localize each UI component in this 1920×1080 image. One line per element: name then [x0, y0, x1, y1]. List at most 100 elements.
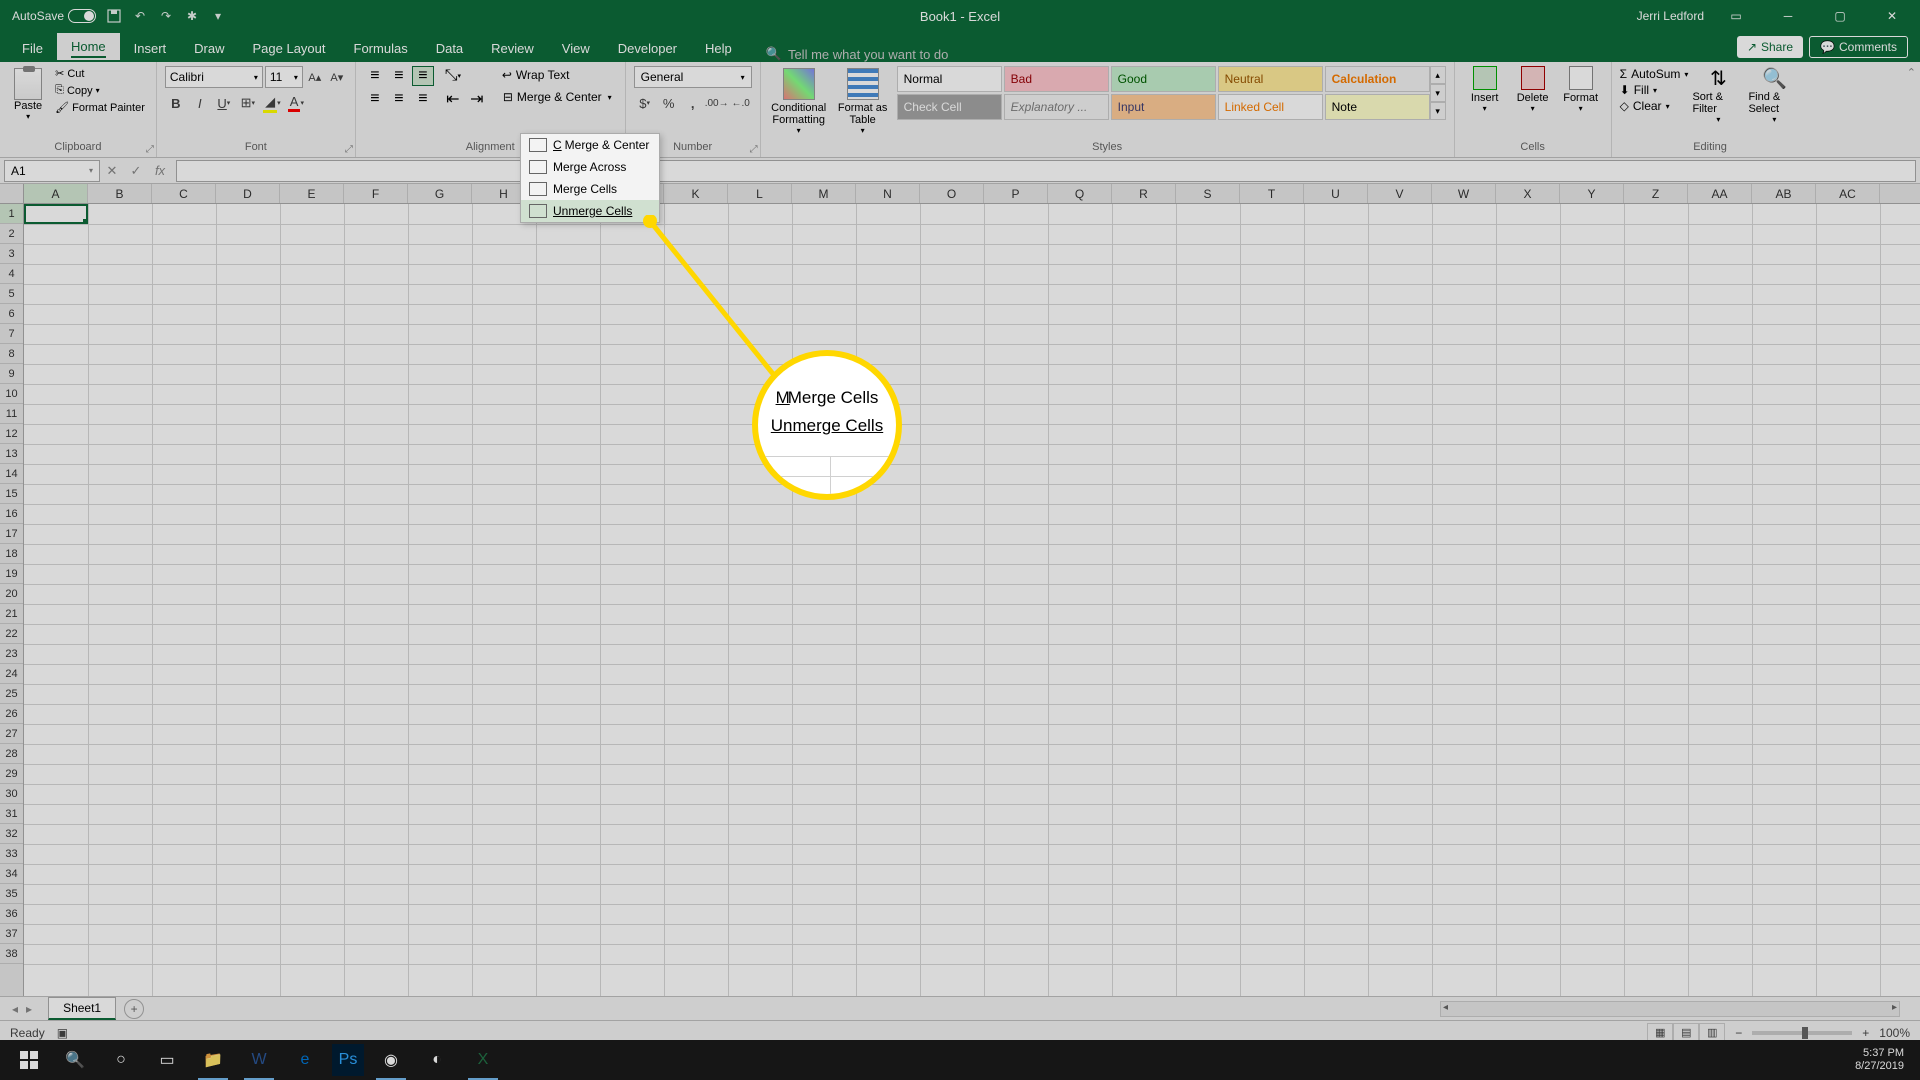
row-header[interactable]: 36: [0, 904, 23, 924]
dialog-launcher-icon[interactable]: ⤢: [146, 144, 154, 155]
column-header[interactable]: E: [280, 184, 344, 203]
row-header[interactable]: 21: [0, 604, 23, 624]
column-header[interactable]: Q: [1048, 184, 1112, 203]
cell-styles-gallery[interactable]: Normal Bad Good Neutral Calculation Chec…: [897, 66, 1430, 120]
spreadsheet-grid[interactable]: ABCDEFGHIJKLMNOPQRSTUVWXYZAAABAC 1234567…: [0, 184, 1920, 996]
column-header[interactable]: V: [1368, 184, 1432, 203]
number-format-dropdown[interactable]: General▾: [634, 66, 752, 88]
column-header[interactable]: Z: [1624, 184, 1688, 203]
comments-button[interactable]: 💬Comments: [1809, 36, 1908, 58]
percent-button[interactable]: %: [658, 92, 680, 114]
row-header[interactable]: 38: [0, 944, 23, 964]
wrap-text-button[interactable]: ↩Wrap Text: [498, 66, 617, 84]
row-header[interactable]: 33: [0, 844, 23, 864]
row-header[interactable]: 34: [0, 864, 23, 884]
zoom-in-button[interactable]: +: [1862, 1026, 1869, 1040]
italic-button[interactable]: I: [189, 92, 211, 114]
row-header[interactable]: 15: [0, 484, 23, 504]
style-input[interactable]: Input: [1111, 94, 1216, 120]
style-neutral[interactable]: Neutral: [1218, 66, 1323, 92]
paste-button[interactable]: Paste ▾: [8, 66, 48, 123]
autosave-toggle[interactable]: AutoSave: [12, 9, 96, 23]
column-header[interactable]: A: [24, 184, 88, 203]
increase-font-button[interactable]: A▴: [305, 66, 325, 88]
find-select-button[interactable]: 🔍Find & Select▾: [1748, 66, 1800, 124]
name-box[interactable]: A1▾: [4, 160, 100, 182]
row-header[interactable]: 27: [0, 724, 23, 744]
copy-button[interactable]: ⎘Copy▾: [52, 83, 148, 98]
photoshop-icon[interactable]: Ps: [332, 1044, 364, 1076]
tab-formulas[interactable]: Formulas: [340, 35, 422, 62]
zoom-slider[interactable]: [1752, 1031, 1852, 1035]
close-button[interactable]: ✕: [1872, 0, 1912, 32]
style-linked-cell[interactable]: Linked Cell: [1218, 94, 1323, 120]
row-header[interactable]: 3: [0, 244, 23, 264]
format-as-table-button[interactable]: Format as Table▾: [833, 66, 893, 137]
share-button[interactable]: ↗Share: [1737, 36, 1803, 58]
redo-icon[interactable]: ↷: [158, 8, 174, 24]
search-taskbar-icon[interactable]: 🔍: [52, 1040, 98, 1080]
user-name[interactable]: Jerri Ledford: [1637, 9, 1704, 23]
decrease-font-button[interactable]: A▾: [327, 66, 347, 88]
menu-unmerge-cells[interactable]: Unmerge Cells: [521, 200, 659, 222]
sheet-tab[interactable]: Sheet1: [48, 997, 116, 1020]
accounting-format-button[interactable]: $▾: [634, 92, 656, 114]
column-header[interactable]: X: [1496, 184, 1560, 203]
save-icon[interactable]: [106, 8, 122, 24]
dialog-launcher-icon[interactable]: ⤢: [345, 144, 353, 155]
next-sheet-icon[interactable]: ▸: [26, 1002, 32, 1016]
decrease-decimal-button[interactable]: ←.0: [730, 92, 752, 114]
column-header[interactable]: K: [664, 184, 728, 203]
sort-filter-button[interactable]: ⇅Sort & Filter▾: [1692, 66, 1744, 124]
maximize-button[interactable]: ▢: [1820, 0, 1860, 32]
cut-button[interactable]: ✂Cut: [52, 66, 148, 81]
row-header[interactable]: 19: [0, 564, 23, 584]
format-cells-button[interactable]: Format▾: [1559, 66, 1603, 113]
row-header[interactable]: 11: [0, 404, 23, 424]
column-header[interactable]: AB: [1752, 184, 1816, 203]
cortana-icon[interactable]: ○: [98, 1040, 144, 1080]
style-explanatory[interactable]: Explanatory ...: [1004, 94, 1109, 120]
style-calculation[interactable]: Calculation: [1325, 66, 1430, 92]
collapse-ribbon-icon[interactable]: ⌃: [1903, 62, 1920, 157]
chrome-icon[interactable]: ◉: [368, 1040, 414, 1080]
border-button[interactable]: ⊞▾: [237, 92, 259, 114]
comma-button[interactable]: ,: [682, 92, 704, 114]
app-icon[interactable]: ◐: [414, 1040, 460, 1080]
zoom-level[interactable]: 100%: [1879, 1026, 1910, 1040]
column-header[interactable]: B: [88, 184, 152, 203]
column-header[interactable]: L: [728, 184, 792, 203]
row-header[interactable]: 16: [0, 504, 23, 524]
row-header[interactable]: 13: [0, 444, 23, 464]
font-size-dropdown[interactable]: 11▾: [265, 66, 303, 88]
row-header[interactable]: 6: [0, 304, 23, 324]
minimize-button[interactable]: ─: [1768, 0, 1808, 32]
row-header[interactable]: 10: [0, 384, 23, 404]
column-header[interactable]: D: [216, 184, 280, 203]
excel-icon[interactable]: X: [460, 1040, 506, 1080]
ribbon-display-icon[interactable]: ▭: [1716, 0, 1756, 32]
active-cell[interactable]: [24, 204, 88, 224]
row-header[interactable]: 22: [0, 624, 23, 644]
file-explorer-icon[interactable]: 📁: [190, 1040, 236, 1080]
row-header[interactable]: 28: [0, 744, 23, 764]
word-icon[interactable]: W: [236, 1040, 282, 1080]
row-header[interactable]: 17: [0, 524, 23, 544]
undo-icon[interactable]: ↶: [132, 8, 148, 24]
tab-file[interactable]: File: [8, 35, 57, 62]
fill-button[interactable]: ⬇Fill▾: [1620, 82, 1689, 98]
row-header[interactable]: 1: [0, 204, 23, 224]
row-header[interactable]: 25: [0, 684, 23, 704]
tab-view[interactable]: View: [548, 35, 604, 62]
autosum-button[interactable]: ΣAutoSum▾: [1620, 66, 1689, 82]
row-header[interactable]: 35: [0, 884, 23, 904]
align-bottom-button[interactable]: ≡: [412, 66, 434, 86]
style-bad[interactable]: Bad: [1004, 66, 1109, 92]
row-header[interactable]: 7: [0, 324, 23, 344]
column-header[interactable]: R: [1112, 184, 1176, 203]
tab-developer[interactable]: Developer: [604, 35, 691, 62]
row-header[interactable]: 8: [0, 344, 23, 364]
tab-page-layout[interactable]: Page Layout: [239, 35, 340, 62]
macro-record-icon[interactable]: ▣: [57, 1026, 68, 1040]
row-header[interactable]: 5: [0, 284, 23, 304]
